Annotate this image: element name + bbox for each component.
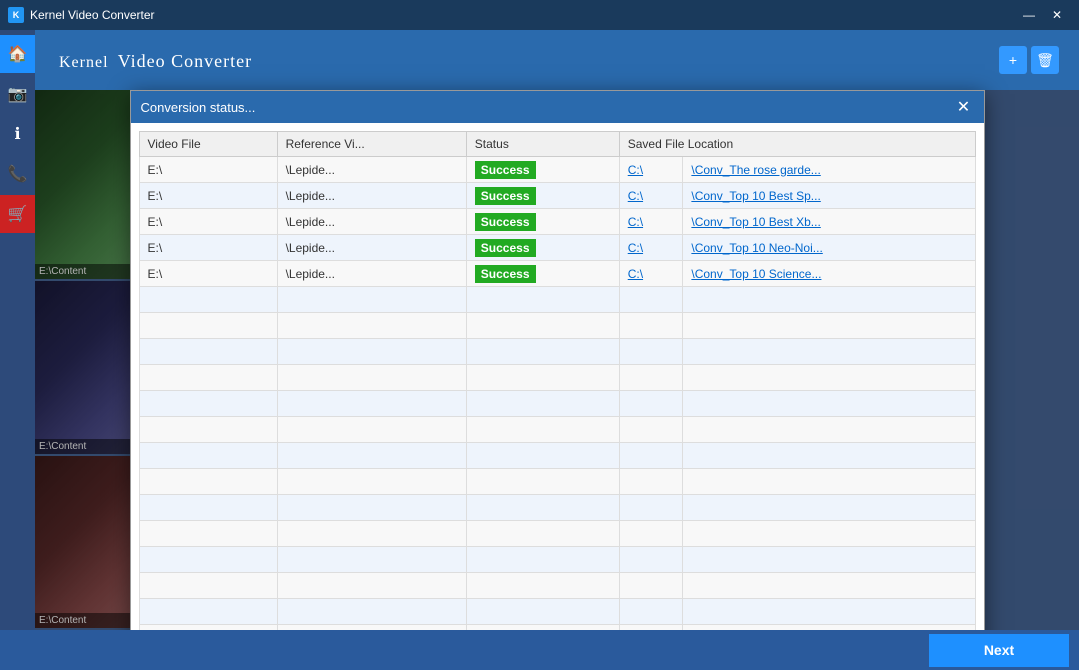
header-actions: + 🗑 <box>999 46 1059 74</box>
cell-video-1: E:\ <box>139 183 277 209</box>
cell-path2-4[interactable]: \Conv_Top 10 Science... <box>683 261 975 287</box>
table-row: E:\ \Lepide... Success C:\ \Conv_The ros… <box>139 157 975 183</box>
table-empty-row <box>139 443 975 469</box>
cell-path1-0[interactable]: C:\ <box>619 157 683 183</box>
cell-path2-0[interactable]: \Conv_The rose garde... <box>683 157 975 183</box>
dialog-title: Conversion status... <box>141 100 256 115</box>
table-empty-row <box>139 599 975 625</box>
table-empty-row <box>139 521 975 547</box>
sidebar-item-phone[interactable]: 📞 <box>0 155 35 193</box>
table-row: E:\ \Lepide... Success C:\ \Conv_Top 10 … <box>139 235 975 261</box>
cell-path1-2[interactable]: C:\ <box>619 209 683 235</box>
table-empty-row <box>139 495 975 521</box>
table-empty-row <box>139 313 975 339</box>
cell-path2-1[interactable]: \Conv_Top 10 Best Sp... <box>683 183 975 209</box>
logo-rest: Video Converter <box>113 51 253 71</box>
dialog-overlay: Conversion status... ✕ Video File Refere… <box>35 90 1079 630</box>
cell-ref-0: \Lepide... <box>277 157 466 183</box>
conversion-status-dialog: Conversion status... ✕ Video File Refere… <box>130 90 985 630</box>
sidebar-item-camera[interactable]: 📷 <box>0 75 35 113</box>
table-empty-row <box>139 391 975 417</box>
table-wrapper: Video File Reference Vi... Status Saved … <box>131 123 984 630</box>
cell-status-2: Success <box>466 209 619 235</box>
cell-status-1: Success <box>466 183 619 209</box>
add-button[interactable]: + <box>999 46 1027 74</box>
col-video-file: Video File <box>139 132 277 157</box>
app-area: 🏠 📷 ℹ 📞 🛒 Kernel Video Converter + 🗑 E:\… <box>0 30 1079 630</box>
dialog-close-icon-btn[interactable]: ✕ <box>954 97 974 117</box>
sidebar: 🏠 📷 ℹ 📞 🛒 <box>0 30 35 630</box>
table-row: E:\ \Lepide... Success C:\ \Conv_Top 10 … <box>139 209 975 235</box>
app-title: Kernel Video Converter <box>30 8 155 22</box>
app-icon: K <box>8 7 24 23</box>
col-reference-vi: Reference Vi... <box>277 132 466 157</box>
table-row: E:\ \Lepide... Success C:\ \Conv_Top 10 … <box>139 183 975 209</box>
cell-status-0: Success <box>466 157 619 183</box>
table-empty-row <box>139 625 975 631</box>
bottom-bar: Next <box>0 630 1079 670</box>
content-area: Kernel Video Converter + 🗑 E:\Content E:… <box>35 30 1079 630</box>
logo-kernel: Kernel <box>59 54 109 71</box>
table-empty-row <box>139 547 975 573</box>
table-row: E:\ \Lepide... Success C:\ \Conv_Top 10 … <box>139 261 975 287</box>
close-button[interactable]: ✕ <box>1043 5 1071 25</box>
title-bar-controls: — ✕ <box>1015 5 1071 25</box>
next-button[interactable]: Next <box>929 634 1069 667</box>
title-bar: K Kernel Video Converter — ✕ <box>0 0 1079 30</box>
conversion-table: Video File Reference Vi... Status Saved … <box>139 131 976 630</box>
sidebar-item-info[interactable]: ℹ <box>0 115 35 153</box>
cell-path1-1[interactable]: C:\ <box>619 183 683 209</box>
table-empty-row <box>139 573 975 599</box>
cell-ref-2: \Lepide... <box>277 209 466 235</box>
header-logo: Kernel Video Converter <box>55 47 252 73</box>
header-bar: Kernel Video Converter + 🗑 <box>35 30 1079 90</box>
cell-video-3: E:\ <box>139 235 277 261</box>
cell-status-4: Success <box>466 261 619 287</box>
delete-button[interactable]: 🗑 <box>1031 46 1059 74</box>
title-bar-left: K Kernel Video Converter <box>8 7 155 23</box>
cell-ref-1: \Lepide... <box>277 183 466 209</box>
minimize-button[interactable]: — <box>1015 5 1043 25</box>
sidebar-item-home[interactable]: 🏠 <box>0 35 35 73</box>
cell-ref-3: \Lepide... <box>277 235 466 261</box>
cell-path2-3[interactable]: \Conv_Top 10 Neo-Noi... <box>683 235 975 261</box>
cell-video-0: E:\ <box>139 157 277 183</box>
table-empty-row <box>139 365 975 391</box>
table-empty-row <box>139 339 975 365</box>
cell-ref-4: \Lepide... <box>277 261 466 287</box>
cell-path1-4[interactable]: C:\ <box>619 261 683 287</box>
sidebar-item-cart[interactable]: 🛒 <box>0 195 35 233</box>
cell-video-4: E:\ <box>139 261 277 287</box>
table-empty-row <box>139 469 975 495</box>
table-empty-row <box>139 417 975 443</box>
table-empty-row <box>139 287 975 313</box>
col-status: Status <box>466 132 619 157</box>
cell-path2-2[interactable]: \Conv_Top 10 Best Xb... <box>683 209 975 235</box>
cell-video-2: E:\ <box>139 209 277 235</box>
dialog-titlebar: Conversion status... ✕ <box>131 91 984 123</box>
cell-status-3: Success <box>466 235 619 261</box>
col-saved-location: Saved File Location <box>619 132 975 157</box>
cell-path1-3[interactable]: C:\ <box>619 235 683 261</box>
